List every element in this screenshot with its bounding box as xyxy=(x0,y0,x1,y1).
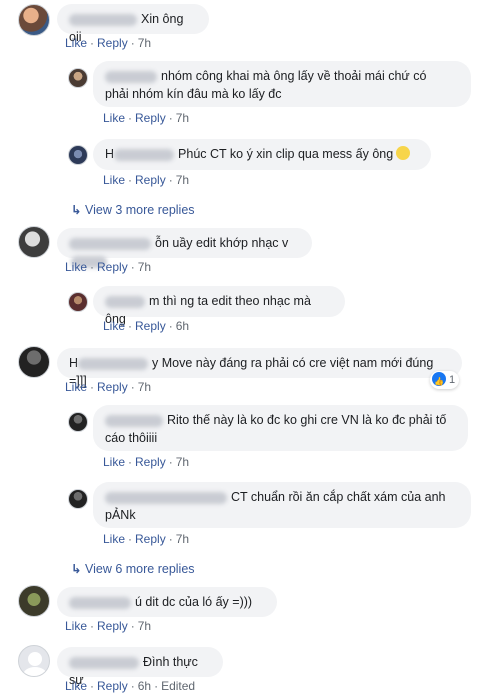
like-button[interactable]: Like xyxy=(103,173,125,187)
like-button[interactable]: Like xyxy=(103,319,125,333)
timestamp[interactable]: 7h xyxy=(176,532,189,546)
avatar[interactable] xyxy=(18,585,50,617)
commenter-name[interactable] xyxy=(69,13,137,26)
avatar[interactable] xyxy=(18,226,50,258)
avatar[interactable] xyxy=(68,412,88,432)
comment-actions: Like · Reply · 7h xyxy=(65,260,152,274)
reply-button[interactable]: Reply xyxy=(97,380,128,394)
reply-arrow-icon: ↳ xyxy=(71,562,82,576)
view-more-replies[interactable]: ↳ View 3 more replies xyxy=(71,202,195,217)
reaction-count[interactable]: 1 xyxy=(430,371,460,391)
reply-text: nhóm công khai mà ông lấy về thoải mái c… xyxy=(161,69,427,83)
reply-button[interactable]: Reply xyxy=(97,36,128,50)
timestamp[interactable]: 7h xyxy=(176,173,189,187)
comment-actions: Like · Reply · 7h xyxy=(65,380,152,394)
timestamp[interactable]: 7h xyxy=(138,380,151,394)
avatar[interactable] xyxy=(68,292,88,312)
reply-button[interactable]: Reply xyxy=(135,111,166,125)
reply-text-line2: pẢNk xyxy=(105,508,136,522)
commenter-name[interactable] xyxy=(105,414,163,427)
view-more-label: View 6 more replies xyxy=(85,562,195,576)
reply-button[interactable]: Reply xyxy=(97,679,128,693)
like-button[interactable]: Like xyxy=(65,619,87,633)
commenter-name[interactable] xyxy=(105,491,227,504)
comment-actions: Like · Reply · 7h xyxy=(103,111,190,125)
avatar[interactable] xyxy=(68,145,88,165)
reaction-number: 1 xyxy=(449,374,456,386)
comment-actions: Like · Reply · 7h xyxy=(103,173,190,187)
timestamp[interactable]: 7h xyxy=(176,455,189,469)
reply-bubble: m thì ng ta edit theo nhạc mà ông xyxy=(93,286,345,326)
commenter-name[interactable] xyxy=(69,596,131,609)
comment-bubble: Xin ông oii xyxy=(57,4,209,44)
comment-actions: Like · Reply · 6h · Edited xyxy=(65,679,196,693)
commenter-name[interactable] xyxy=(69,656,139,669)
reply-button[interactable]: Reply xyxy=(135,532,166,546)
comment-bubble: ú dit dc của ló ấy =))) xyxy=(57,587,277,617)
reply-text-line2: phải nhóm kín đâu mà ko lấy đc xyxy=(105,87,282,101)
commenter-name[interactable] xyxy=(105,70,157,83)
avatar[interactable] xyxy=(18,4,50,36)
reply-button[interactable]: Reply xyxy=(135,173,166,187)
reply-button[interactable]: Reply xyxy=(97,260,128,274)
like-reaction-icon xyxy=(432,372,446,391)
timestamp[interactable]: 7h xyxy=(176,111,189,125)
avatar[interactable] xyxy=(68,489,88,509)
commenter-name[interactable] xyxy=(105,295,145,308)
reply-arrow-icon: ↳ xyxy=(71,203,82,217)
reply-button[interactable]: Reply xyxy=(135,319,166,333)
comment-text: ú dit dc của ló ấy =))) xyxy=(135,595,253,609)
comment-actions: Like · Reply · 7h xyxy=(65,36,152,50)
like-button[interactable]: Like xyxy=(103,455,125,469)
commenter-initial[interactable]: H xyxy=(69,356,78,370)
comment-actions: Like · Reply · 6h xyxy=(103,319,190,333)
edited-label[interactable]: Edited xyxy=(161,679,195,693)
reply-bubble: CT chuẩn rồi ăn cắp chất xám của anh pẢN… xyxy=(93,482,471,528)
reply-bubble: nhóm công khai mà ông lấy về thoải mái c… xyxy=(93,61,471,107)
avatar[interactable] xyxy=(68,68,88,88)
commenter-initial[interactable]: H xyxy=(105,147,114,161)
reply-text-line2: cáo thôiiii xyxy=(105,431,158,445)
view-more-replies[interactable]: ↳ View 6 more replies xyxy=(71,561,195,576)
view-more-label: View 3 more replies xyxy=(85,203,195,217)
comment-actions: Like · Reply · 7h xyxy=(103,532,190,546)
avatar[interactable] xyxy=(18,346,50,378)
avatar[interactable] xyxy=(18,645,50,677)
like-button[interactable]: Like xyxy=(65,380,87,394)
comment-bubble: Đình thực sự xyxy=(57,647,223,687)
reply-button[interactable]: Reply xyxy=(135,455,166,469)
like-button[interactable]: Like xyxy=(103,532,125,546)
timestamp[interactable]: 6h xyxy=(176,319,189,333)
reply-bubble: Rito thế này là ko đc ko ghi cre VN là k… xyxy=(93,405,468,451)
timestamp[interactable]: 7h xyxy=(138,619,151,633)
comment-text: ỗn uầy edit khớp nhạc v xyxy=(155,236,289,250)
commenter-name[interactable] xyxy=(114,148,175,161)
reply-text: Rito thế này là ko đc ko ghi cre VN là k… xyxy=(167,413,447,427)
like-button[interactable]: Like xyxy=(65,36,87,50)
like-button[interactable]: Like xyxy=(65,260,87,274)
commenter-name[interactable] xyxy=(69,237,151,250)
comment-actions: Like · Reply · 7h xyxy=(103,455,190,469)
reply-text: CT chuẩn rồi ăn cắp chất xám của anh xyxy=(231,490,446,504)
like-button[interactable]: Like xyxy=(103,111,125,125)
timestamp[interactable]: 6h xyxy=(138,679,151,693)
reply-button[interactable]: Reply xyxy=(97,619,128,633)
pacman-emoji-icon xyxy=(396,146,411,160)
comment-actions: Like · Reply · 7h xyxy=(65,619,152,633)
like-button[interactable]: Like xyxy=(65,679,87,693)
reply-text: Phúc CT ko ý xin clip qua mess ấy ông xyxy=(178,147,394,161)
comment-bubble: Hy Move này đáng ra phải có cre việt nam… xyxy=(57,348,462,388)
comment-bubble: ỗn uầy edit khớp nhạc v xyxy=(57,228,312,268)
commenter-name[interactable] xyxy=(78,357,149,370)
timestamp[interactable]: 7h xyxy=(138,36,151,50)
timestamp[interactable]: 7h xyxy=(138,260,151,274)
reply-bubble: H Phúc CT ko ý xin clip qua mess ấy ông xyxy=(93,139,431,170)
